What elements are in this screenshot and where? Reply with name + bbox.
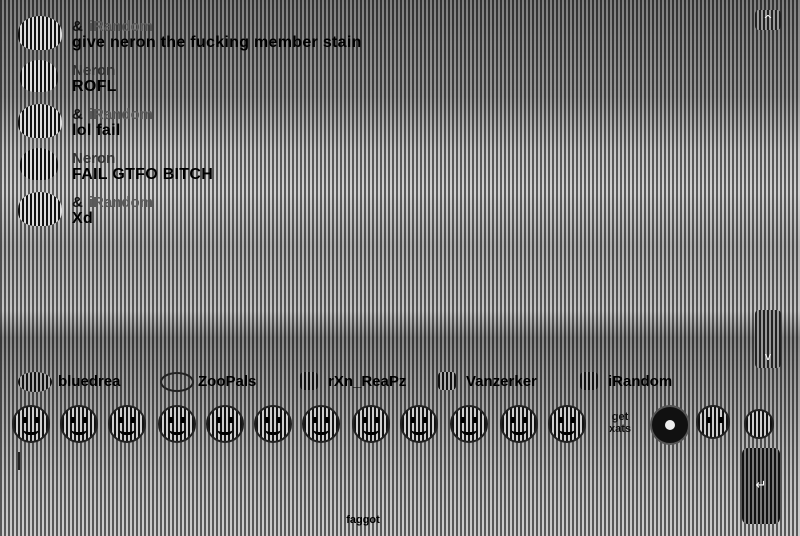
tab-irandom[interactable]: iRandom <box>580 372 700 394</box>
confused-icon[interactable] <box>500 405 538 443</box>
lock-icon <box>300 372 318 390</box>
smiley-bar: get xats <box>10 405 790 445</box>
message-text: FAIL GTFO BITCH <box>72 166 214 183</box>
eight-ball-icon[interactable] <box>650 405 690 445</box>
message-username[interactable]: iRandom <box>89 106 153 123</box>
message-text: give neron the fucking member stain <box>72 34 362 51</box>
member-prefix: & <box>72 18 83 35</box>
pawn-avatar-icon[interactable] <box>18 16 62 50</box>
chat-tabs: bluedrea ZooPals rXn_ReaPz Vanzerker iRa… <box>18 372 758 394</box>
grin-icon[interactable] <box>60 405 98 443</box>
tab-rxn-reapz[interactable]: rXn_ReaPz <box>300 372 428 394</box>
tab-label: ZooPals <box>198 373 257 390</box>
send-icon: ↵ <box>755 478 767 493</box>
cool-icon[interactable] <box>254 405 292 443</box>
lock-icon <box>438 372 456 390</box>
pawn-avatar-icon[interactable] <box>18 192 62 226</box>
lock-icon <box>580 372 598 390</box>
panda-avatar-icon[interactable] <box>20 148 58 180</box>
message-username[interactable]: iRandom <box>89 18 153 35</box>
message-text: Xd <box>72 210 94 227</box>
scroll-up-button[interactable]: ^ <box>755 10 781 30</box>
wink-icon[interactable] <box>400 405 438 443</box>
chat-bubble-outline-icon <box>160 372 194 392</box>
chevron-up-icon: ^ <box>763 13 773 26</box>
happy-icon[interactable] <box>206 405 244 443</box>
message-username[interactable]: Neron <box>72 150 115 167</box>
send-button[interactable]: ↵ <box>742 448 780 524</box>
chevron-down-icon: v <box>764 350 772 363</box>
crying-icon[interactable] <box>352 405 390 443</box>
text-caret <box>18 452 20 470</box>
surprised-icon[interactable] <box>158 405 196 443</box>
tab-bluedrea[interactable]: bluedrea <box>18 372 148 394</box>
sound-icon[interactable] <box>744 409 774 439</box>
tab-label: iRandom <box>608 373 673 390</box>
sad-icon[interactable] <box>450 405 488 443</box>
tongue-icon[interactable] <box>548 405 586 443</box>
chat-message-area: & iRandom give neron the fucking member s… <box>0 10 752 370</box>
tab-label: rXn_ReaPz <box>328 373 407 390</box>
tab-vanzerker[interactable]: Vanzerker <box>438 372 568 394</box>
get-xats-link[interactable]: get xats <box>598 411 642 441</box>
message-username[interactable]: Neron <box>72 62 115 79</box>
panda-avatar-icon[interactable] <box>20 60 58 92</box>
status-text: faggot <box>346 514 380 526</box>
smile-icon[interactable] <box>12 405 50 443</box>
pawn-avatar-icon[interactable] <box>18 104 62 138</box>
chat-bubble-icon <box>18 372 52 392</box>
message-text: ROFL <box>72 78 117 95</box>
member-prefix: & <box>72 106 83 123</box>
tab-label: bluedrea <box>58 373 121 390</box>
member-prefix: & <box>72 194 83 211</box>
more-smileys-icon[interactable] <box>696 405 730 439</box>
scrollbar-thumb[interactable]: v <box>755 310 781 368</box>
angry-icon[interactable] <box>302 405 340 443</box>
message-text: lol fail <box>72 122 121 139</box>
tab-label: Vanzerker <box>466 373 537 390</box>
laugh-icon[interactable] <box>108 405 146 443</box>
message-username[interactable]: iRandom <box>89 194 153 211</box>
tab-zoopals[interactable]: ZooPals <box>160 372 280 394</box>
